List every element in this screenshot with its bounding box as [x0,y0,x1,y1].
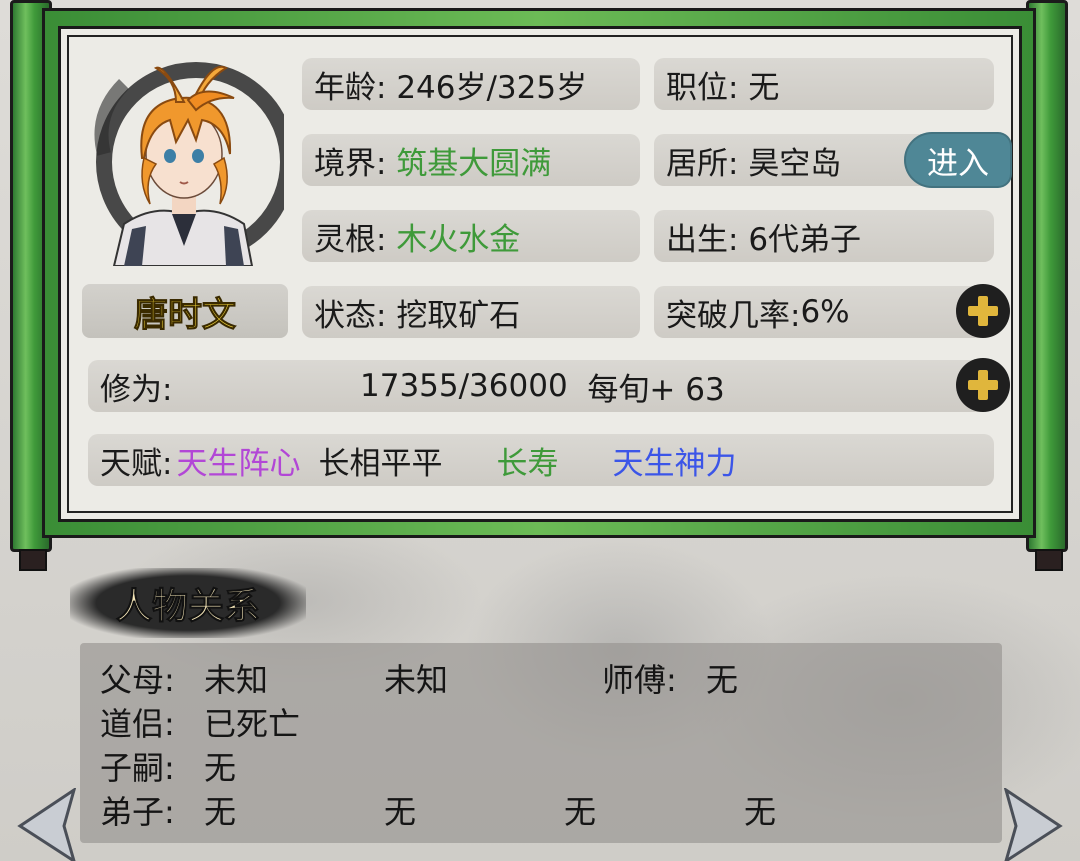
children-value[interactable]: 无 [204,743,236,789]
disciple-1[interactable]: 无 [204,787,236,833]
status-field: 状态: 挖取矿石 [302,286,640,338]
position-label: 职位: [666,69,739,106]
birth-field: 出生: 6代弟子 [654,210,994,262]
relations-header: 人物关系 [70,568,306,638]
position-field: 职位: 无 [654,58,994,110]
left-arrow-icon[interactable] [16,788,76,861]
parent-2[interactable]: 未知 [384,655,448,701]
realm-value: 筑基大圆满 [396,145,552,182]
realm-field: 境界: 筑基大圆满 [302,134,640,186]
age-label: 年龄: [314,69,387,106]
plus-icon [968,370,998,400]
position-value: 无 [748,69,780,106]
age-value: 246岁/325岁 [396,69,588,106]
relations-title: 人物关系 [115,586,260,628]
parent-1[interactable]: 未知 [204,655,268,701]
age-field: 年龄: 246岁/325岁 [302,58,640,110]
right-arrow-icon[interactable] [1004,788,1064,861]
talent-item: 长寿 [496,445,559,482]
disciples-label: 弟子: [100,793,175,831]
cultivation-plus-button[interactable] [956,358,1010,412]
parents-label: 父母: [100,661,175,699]
cultivation-value: 17355/36000 [360,368,568,404]
residence-value: 昊空岛 [748,145,842,182]
realm-label: 境界: [314,145,387,182]
character-portrait [94,62,284,266]
cultivation-label: 修为: [100,371,173,408]
breakthrough-field: 突破几率: 6% [654,286,994,338]
cultivation-field: 修为: 17355/36000 每旬+ 63 [88,360,994,412]
master-label: 师傅: [602,661,677,699]
disciple-4[interactable]: 无 [744,787,776,833]
talent-label: 天赋: [100,445,173,482]
character-name: 唐时文 [134,294,237,335]
partner-value[interactable]: 已死亡 [204,699,300,745]
birth-value: 6代弟子 [748,221,862,258]
breakthrough-plus-button[interactable] [956,284,1010,338]
talent-field: 天赋: 天生阵心 长相平平 长寿 天生神力 [88,434,994,486]
spirit-root-label: 灵根: [314,221,387,258]
talent-item: 天生神力 [612,445,737,482]
talent-item: 天生阵心 [176,445,301,482]
enter-residence-button[interactable]: 进入 [904,132,1012,188]
talent-item: 长相平平 [318,445,443,482]
spirit-root-value: 木火水金 [396,221,521,258]
breakthrough-value: 6% [800,294,850,330]
disciple-3[interactable]: 无 [564,787,596,833]
master-value[interactable]: 无 [706,655,738,701]
character-name-plate: 唐时文 [82,284,288,338]
birth-label: 出生: [666,221,739,258]
status-value: 挖取矿石 [396,297,521,334]
spirit-root-field: 灵根: 木火水金 [302,210,640,262]
status-label: 状态: [314,297,387,334]
relations-panel: 父母: 未知 未知 师傅: 无 道侣: 已死亡 子嗣: 无 弟子: 无 无 无 … [80,643,1002,843]
children-label: 子嗣: [100,749,175,787]
residence-label: 居所: [666,145,739,182]
partner-label: 道侣: [100,705,175,743]
plus-icon [968,296,998,326]
disciple-2[interactable]: 无 [384,787,416,833]
cultivation-rate: 每旬+ 63 [587,371,725,408]
breakthrough-label: 突破几率: [666,297,801,334]
